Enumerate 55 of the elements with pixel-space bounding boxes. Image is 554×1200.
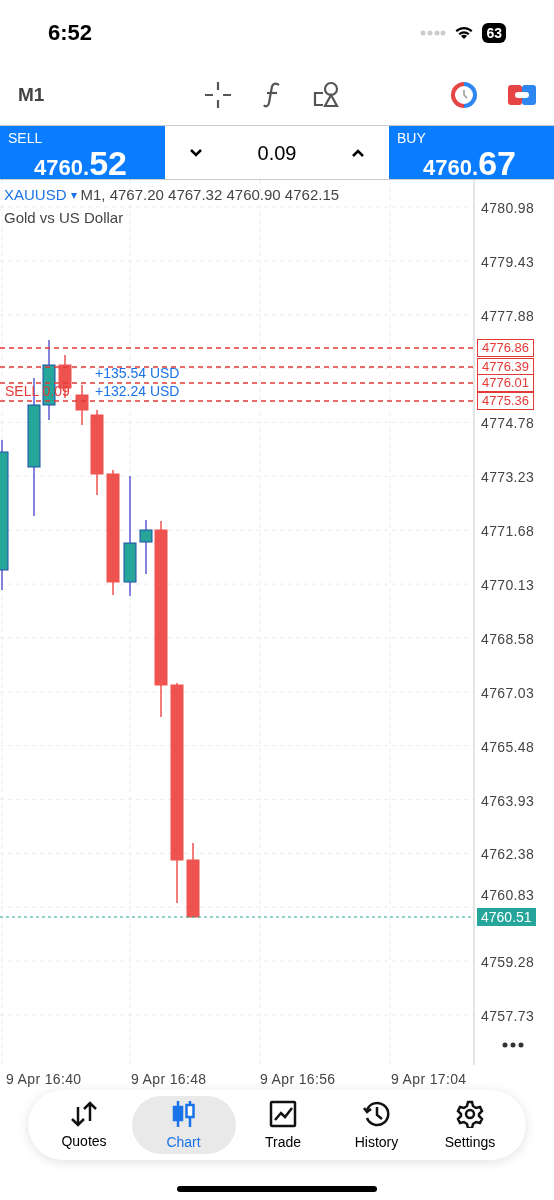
- settings-icon: [456, 1100, 484, 1128]
- ohlc-values: M1, 4767.20 4767.32 4760.90 4762.15: [80, 185, 340, 205]
- shapes-icon[interactable]: [312, 81, 340, 109]
- arrows-icon: [70, 1101, 98, 1127]
- nav-tab[interactable]: Chart: [131, 1096, 236, 1154]
- timeframe-button[interactable]: M1: [18, 80, 188, 110]
- nav-tab[interactable]: Quotes: [38, 1096, 130, 1154]
- clock-circle-icon[interactable]: [450, 81, 478, 109]
- current-price-label: 4760.51: [477, 908, 536, 926]
- wifi-icon: [454, 25, 475, 40]
- order-profit: +135.54 USD: [95, 365, 180, 381]
- price-axis-label: 4774.78: [481, 414, 535, 434]
- time-axis-label: 9 Apr 16:48: [131, 1070, 207, 1089]
- nav-tab[interactable]: Settings: [424, 1096, 516, 1154]
- price-axis-label: 4759.28: [481, 953, 535, 973]
- order-price-label: 4776.01: [477, 374, 534, 392]
- order-price-label: 4776.86: [477, 339, 534, 357]
- crosshair-icon[interactable]: [204, 81, 232, 109]
- price-axis-label: 4768.58: [481, 629, 535, 649]
- price-axis-label: 4770.13: [481, 576, 535, 596]
- price-axis-label: 4757.73: [481, 1007, 535, 1027]
- function-icon[interactable]: [262, 82, 282, 108]
- price-axis-label: 4777.88: [481, 306, 535, 326]
- order-profit: +132.24 USD: [95, 383, 180, 399]
- more-icon[interactable]: [502, 1042, 524, 1048]
- time-axis-label: 9 Apr 16:40: [6, 1070, 82, 1089]
- candlestick-icon: [170, 1100, 197, 1128]
- battery-level: 63: [482, 22, 506, 43]
- buy-button[interactable]: BUY 4760.67: [389, 126, 554, 179]
- price-axis-label: 4771.68: [481, 522, 535, 542]
- line-chart-icon: [269, 1100, 297, 1128]
- price-axis-label: 4767.03: [481, 683, 535, 703]
- chevron-up-icon[interactable]: [351, 147, 365, 158]
- sell-button[interactable]: SELL 4760.52: [0, 126, 165, 179]
- caret-icon[interactable]: ▾: [70, 186, 77, 205]
- status-time: 6:52: [48, 19, 93, 47]
- price-axis-label: 4780.98: [481, 199, 535, 218]
- price-axis-label: 4763.93: [481, 791, 535, 811]
- price-axis-label: 4765.48: [481, 737, 535, 757]
- volume-value[interactable]: 0.09: [257, 137, 297, 168]
- toggle-icon[interactable]: [508, 83, 536, 107]
- price-axis-label: 4779.43: [481, 252, 535, 272]
- symbol-description: Gold vs US Dollar: [4, 207, 125, 228]
- nav-tab[interactable]: Trade: [237, 1096, 329, 1154]
- history-icon: [362, 1100, 391, 1128]
- symbol-name[interactable]: XAUUSD: [4, 184, 67, 207]
- time-axis-label: 9 Apr 17:04: [391, 1070, 467, 1089]
- price-axis-label: 4760.83: [481, 886, 535, 906]
- price-axis-label: 4773.23: [481, 468, 535, 488]
- time-axis-label: 9 Apr 16:56: [260, 1070, 336, 1089]
- price-axis-label: 4762.38: [481, 845, 535, 865]
- nav-tab[interactable]: History: [330, 1096, 423, 1154]
- signal-icon: [420, 29, 447, 36]
- order-price-label: 4775.36: [477, 392, 534, 410]
- chevron-down-icon[interactable]: [189, 147, 203, 158]
